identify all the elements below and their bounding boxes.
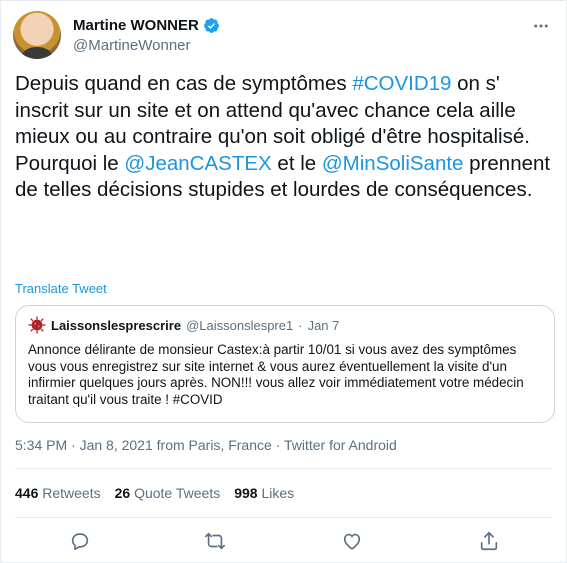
- tweet-text-segment: et le: [271, 151, 322, 175]
- author-display-name[interactable]: Martine WONNER: [73, 17, 199, 34]
- translate-tweet-link[interactable]: Translate Tweet: [15, 281, 107, 296]
- tweet-metadata: 5:34 PM · Jan 8, 2021 from Paris, France…: [15, 437, 397, 453]
- like-icon[interactable]: [337, 526, 367, 556]
- tweet-text-segment: Depuis quand en cas de symptômes: [15, 72, 353, 95]
- retweets-count: 446: [15, 485, 39, 501]
- quote-tweets-label: Quote Tweets: [134, 485, 221, 501]
- likes-label: Likes: [261, 485, 295, 501]
- tweet-text: Depuis quand en cas de symptômes #COVID1…: [15, 71, 555, 204]
- mention-link[interactable]: @JeanCASTEX: [124, 152, 271, 175]
- hashtag-link[interactable]: #COVID19: [352, 72, 451, 95]
- author-avatar[interactable]: [13, 11, 61, 59]
- action-bar: [15, 526, 552, 556]
- quoted-tweet-text: Annonce délirante de monsieur Castex:à p…: [28, 342, 524, 407]
- divider: [15, 468, 552, 469]
- tweet-paragraph-2: Pourquoi le @JeanCASTEX et le @MinSoliSa…: [15, 151, 555, 204]
- quoted-author-handle: @Laissonslespre1: [186, 317, 294, 333]
- quoted-tweet-header: Laissonslesprescrire @Laissonslespre1 · …: [28, 316, 542, 334]
- quoted-author-name: Laissonslesprescrire: [51, 317, 182, 333]
- share-icon[interactable]: [474, 526, 504, 556]
- author-name-row: Martine WONNER: [73, 17, 220, 34]
- divider: [15, 517, 552, 518]
- tweet-text-segment: Pourquoi le: [15, 151, 125, 175]
- retweets-stat[interactable]: 446 Retweets: [15, 485, 101, 501]
- quoted-author-avatar: [28, 316, 46, 334]
- more-dots-icon[interactable]: [530, 15, 552, 37]
- quoted-tweet[interactable]: Laissonslesprescrire @Laissonslespre1 · …: [15, 305, 555, 423]
- quoted-separator: ·: [298, 317, 303, 333]
- tweet-paragraph-1: Depuis quand en cas de symptômes #COVID1…: [15, 71, 555, 151]
- likes-stat[interactable]: 998 Likes: [234, 485, 294, 501]
- retweets-label: Retweets: [42, 485, 101, 501]
- tweet-card: Martine WONNER @MartineWonner Depuis qua…: [0, 0, 567, 563]
- mention-link[interactable]: @MinSoliSante: [322, 152, 464, 175]
- author-handle[interactable]: @MartineWonner: [73, 37, 191, 54]
- engagement-stats: 446 Retweets 26 Quote Tweets 998 Likes: [15, 485, 294, 501]
- verified-badge-icon: [203, 18, 219, 33]
- tweet-header: Martine WONNER @MartineWonner: [13, 11, 554, 61]
- retweet-icon[interactable]: [200, 526, 230, 556]
- quote-tweets-count: 26: [114, 485, 131, 501]
- quoted-date: Jan 7: [307, 317, 340, 333]
- reply-icon[interactable]: [65, 526, 95, 556]
- quote-tweets-stat[interactable]: 26 Quote Tweets: [115, 485, 221, 501]
- likes-count: 998: [234, 485, 258, 501]
